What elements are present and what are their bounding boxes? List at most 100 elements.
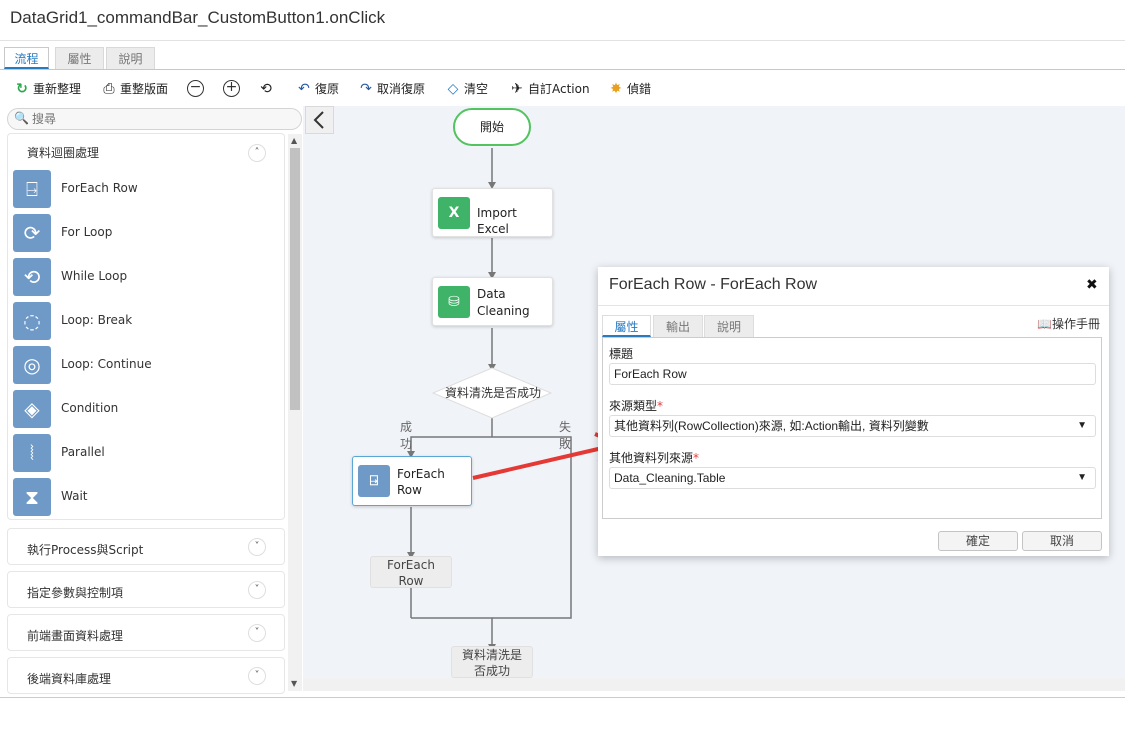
category-params-controls[interactable]: 指定參數與控制項 ˅ <box>7 571 285 608</box>
reformat-button[interactable]: ⎙ 重整版面 <box>101 79 168 99</box>
redo-icon: ↷ <box>360 81 372 97</box>
book-icon: 📖 <box>1037 317 1052 331</box>
palette-item-for-loop[interactable]: ⟳ For Loop <box>13 214 283 254</box>
reformat-label: 重整版面 <box>120 82 169 96</box>
search-box: 🔍 <box>7 108 302 130</box>
flow-node-foreach-row[interactable]: ⍈ ForEach Row <box>352 456 472 506</box>
scroll-up-icon[interactable]: ▲ <box>291 136 297 145</box>
canvas-horizontal-scrollbar[interactable] <box>303 678 1125 691</box>
search-icon: 🔍 <box>14 111 29 125</box>
node-label: Data <box>477 287 506 301</box>
bug-icon: ✸ <box>610 81 622 97</box>
foreach-row-icon: ⍈ <box>358 465 390 497</box>
palette-scrollbar[interactable]: ▲ ▼ <box>288 134 302 691</box>
palette-item-loop-break[interactable]: ◌ Loop: Break <box>13 302 283 342</box>
node-label: 資料清洗是 <box>461 648 522 662</box>
edge-label-success: 成功 <box>400 420 413 451</box>
tab-description[interactable]: 說明 <box>106 47 155 69</box>
category-frontend-data[interactable]: 前端畫面資料處理 ˅ <box>7 614 285 651</box>
custom-action-button[interactable]: ✈ 自訂Action <box>509 79 590 99</box>
source-type-select[interactable]: 其他資料列(RowCollection)來源, 如:Action輸出, 資料列變… <box>609 415 1096 437</box>
cancel-button[interactable]: 取消 <box>1022 531 1102 551</box>
tab-flow[interactable]: 流程 <box>4 47 49 69</box>
fit-view-button[interactable]: ⟲ <box>258 79 277 99</box>
scrollbar-thumb[interactable] <box>290 148 300 410</box>
palette-item-label: For Loop <box>61 225 113 239</box>
edge-label-fail: 失敗 <box>559 420 572 451</box>
dialog-tab-properties[interactable]: 屬性 <box>602 315 651 337</box>
palette-item-parallel[interactable]: ⦚ Parallel <box>13 434 283 474</box>
scroll-down-icon[interactable]: ▼ <box>291 679 297 688</box>
debug-button[interactable]: ✸ 偵錯 <box>608 79 651 99</box>
action-palette: 🔍 資料迴圈處理 ˄ ⍈ ForEach Row ⟳ For Loop ⟲ While… <box>0 106 303 695</box>
palette-item-label: Condition <box>61 401 119 415</box>
chevron-up-icon[interactable]: ˄ <box>248 144 266 162</box>
chevron-down-icon[interactable]: ˅ <box>248 581 266 599</box>
category-label: 執行Process與Script <box>27 543 144 557</box>
flow-node-data-cleaning[interactable]: ⛁ Data Cleaning <box>432 277 553 326</box>
palette-item-foreach-row[interactable]: ⍈ ForEach Row <box>13 170 283 210</box>
fit-view-icon: ⟲ <box>260 81 272 97</box>
loop-continue-icon: ◎ <box>13 346 51 384</box>
palette-item-label: While Loop <box>61 269 128 283</box>
redo-label: 取消復原 <box>377 82 426 96</box>
flow-node-foreach-end[interactable]: ForEach Row <box>370 556 452 588</box>
redo-button[interactable]: ↷ 取消復原 <box>358 79 425 99</box>
chevron-down-icon[interactable]: ˅ <box>248 538 266 556</box>
field-label-source-type: 來源類型* <box>609 397 663 414</box>
other-source-select[interactable]: Data_Cleaning.Table ▼ <box>609 467 1096 489</box>
palette-item-while-loop[interactable]: ⟲ While Loop <box>13 258 283 298</box>
node-label: Import Excel <box>477 206 517 236</box>
dialog-tab-output[interactable]: 輸出 <box>653 315 703 337</box>
search-input[interactable] <box>32 111 292 127</box>
database-icon: ⛁ <box>438 286 470 318</box>
undo-button[interactable]: ↶ 復原 <box>296 79 339 99</box>
zoom-out-button[interactable]: − <box>187 80 204 97</box>
category-backend-db[interactable]: 後端資料庫處理 ˅ <box>7 657 285 694</box>
dialog-body: 標題 ForEach Row 來源類型* 其他資料列(RowCollection… <box>602 337 1102 519</box>
category-process-script[interactable]: 執行Process與Script ˅ <box>7 528 285 565</box>
dropdown-caret-icon[interactable]: ▼ <box>1077 416 1087 436</box>
loop-break-icon: ◌ <box>13 302 51 340</box>
bottom-divider <box>0 697 1125 698</box>
dialog-tab-description[interactable]: 說明 <box>704 315 754 337</box>
refresh-icon: ↻ <box>16 81 28 97</box>
required-mark: * <box>693 451 700 465</box>
chevron-down-icon[interactable]: ˅ <box>248 667 266 685</box>
node-label: Cleaning <box>477 304 530 318</box>
palette-item-label: ForEach Row <box>61 181 138 195</box>
rocket-icon: ✈ <box>511 81 523 97</box>
dialog-divider <box>598 305 1109 306</box>
clear-label: 清空 <box>464 82 489 96</box>
palette-item-loop-continue[interactable]: ◎ Loop: Continue <box>13 346 283 386</box>
rearrange-button[interactable]: ↻ 重新整理 <box>14 79 81 99</box>
select-value: Data_Cleaning.Table <box>614 471 726 485</box>
palette-item-wait[interactable]: ⧗ Wait <box>13 478 283 518</box>
window-title: DataGrid1_commandBar_CustomButton1.onCli… <box>10 8 386 27</box>
title-input[interactable]: ForEach Row <box>609 363 1096 385</box>
category-title[interactable]: 資料迴圈處理 <box>27 144 99 161</box>
chevron-down-icon[interactable]: ˅ <box>248 624 266 642</box>
palette-item-label: Loop: Continue <box>61 357 152 371</box>
palette-item-condition[interactable]: ◈ Condition <box>13 390 283 430</box>
flow-start-node[interactable]: 開始 <box>453 108 531 146</box>
manual-link[interactable]: 📖操作手冊 <box>1037 315 1100 332</box>
dropdown-caret-icon[interactable]: ▼ <box>1077 468 1087 488</box>
required-mark: * <box>657 399 664 413</box>
manual-label: 操作手冊 <box>1051 317 1100 331</box>
zoom-in-button[interactable]: + <box>223 80 240 97</box>
undo-label: 復原 <box>315 82 340 96</box>
wait-icon: ⧗ <box>13 478 51 516</box>
palette-item-label: Wait <box>61 489 88 503</box>
ok-button[interactable]: 確定 <box>938 531 1018 551</box>
custom-action-label: 自訂Action <box>528 82 590 96</box>
flow-node-import-excel[interactable]: X Import Excel <box>432 188 553 237</box>
category-label: 指定參數與控制項 <box>27 586 124 600</box>
flow-node-merge[interactable]: 資料清洗是 否成功 <box>451 646 533 678</box>
label-text: 來源類型 <box>609 399 658 413</box>
tab-properties[interactable]: 屬性 <box>55 47 104 69</box>
clear-button[interactable]: ◇ 清空 <box>445 79 488 99</box>
close-icon[interactable]: ✖ <box>1086 277 1098 293</box>
toolbar: ↻ 重新整理 ⎙ 重整版面 − + ⟲ ↶ 復原 ↷ 取消復原 ◇ 清空 ✈ 自訂Actio… <box>0 70 1125 106</box>
select-value: 其他資料列(RowCollection)來源, 如:Action輸出, 資料列變… <box>614 419 929 433</box>
